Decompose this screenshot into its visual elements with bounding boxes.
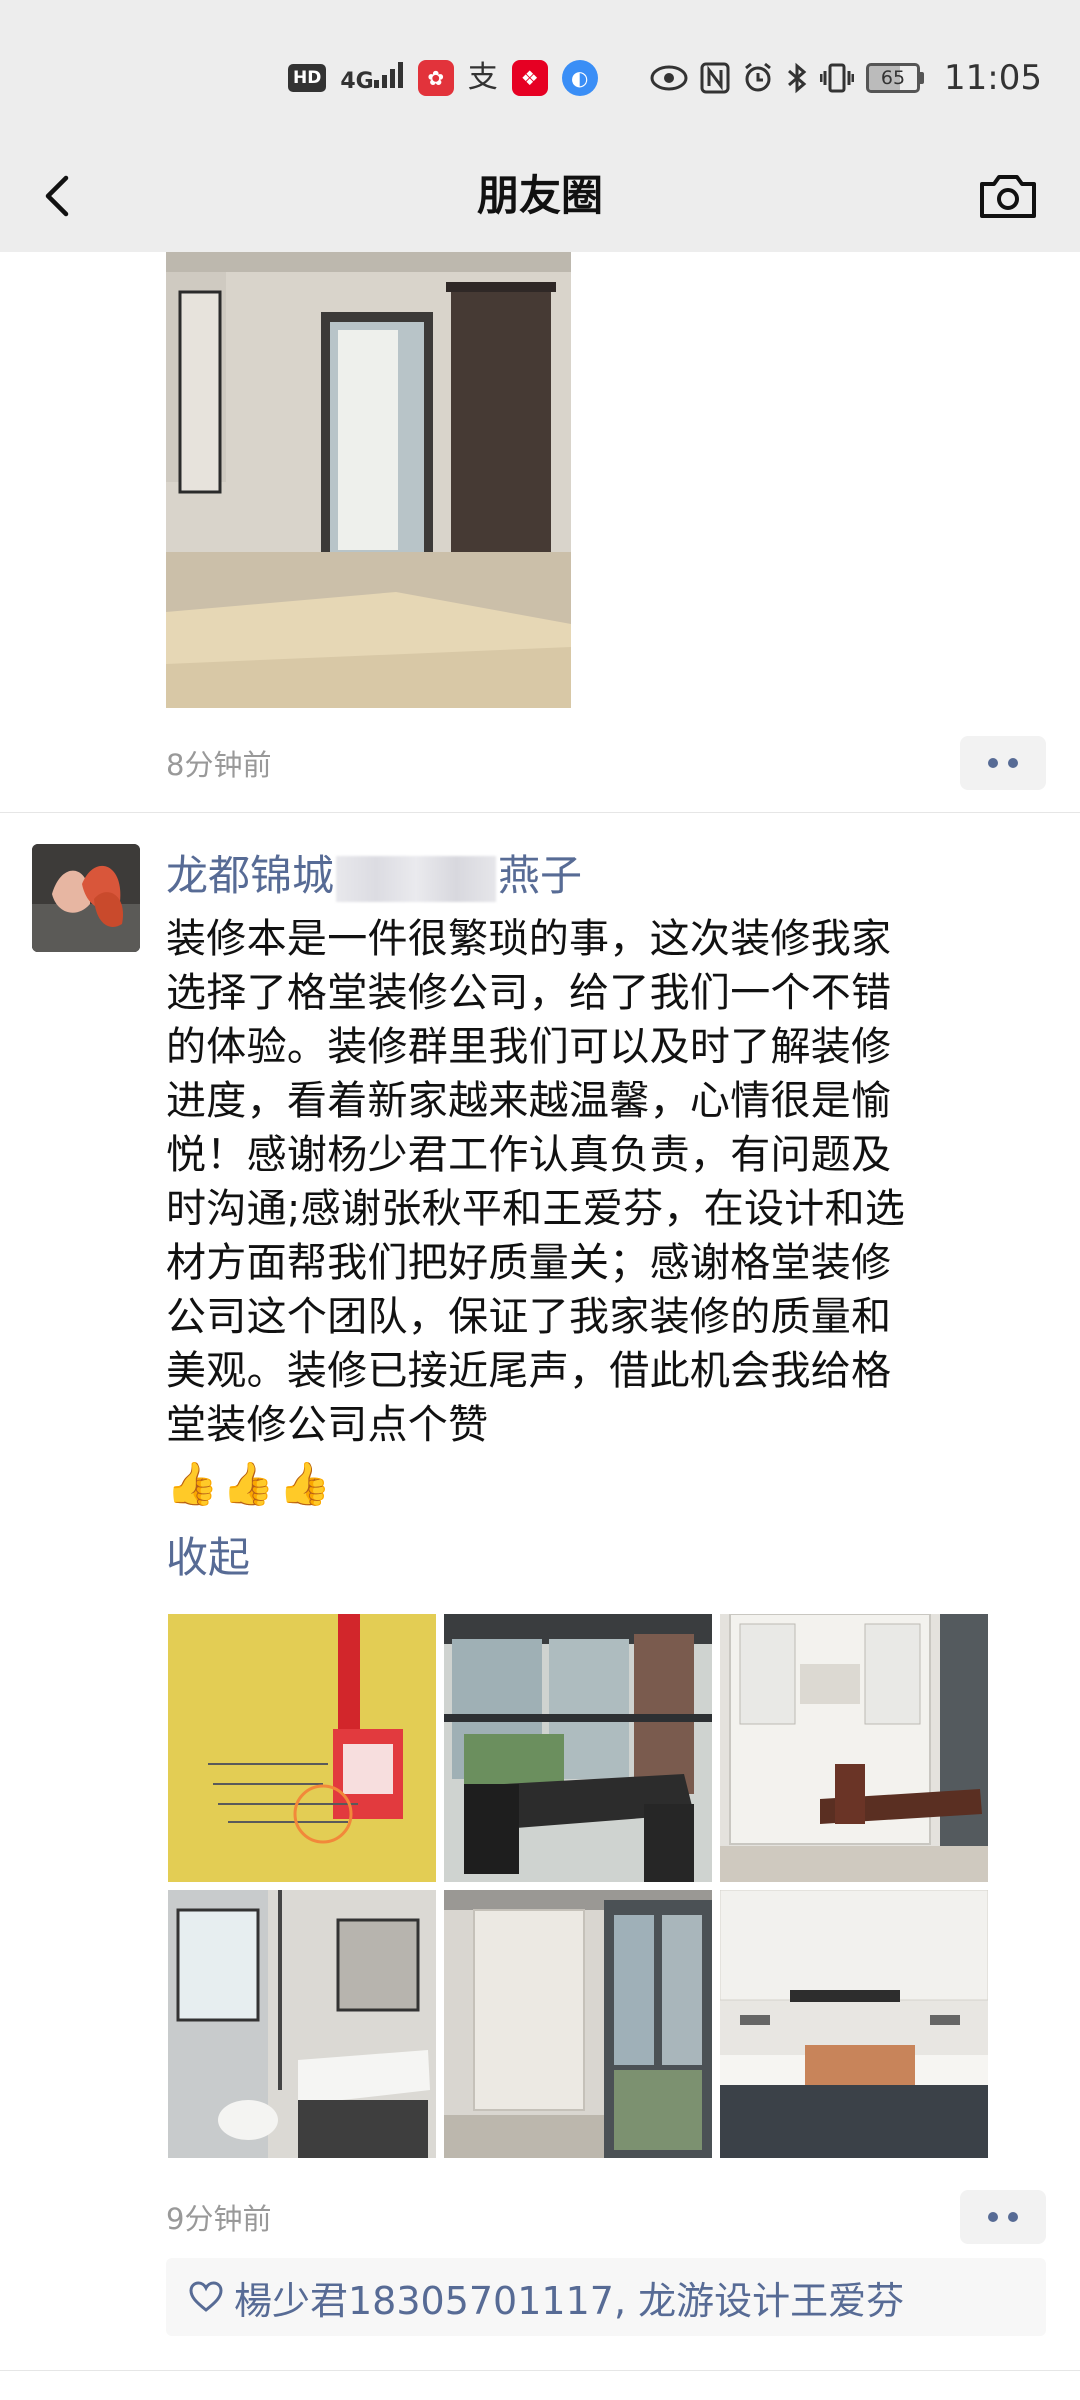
post-text-line: 装修本是一件很繁琐的事，这次装修我家 (166, 916, 892, 962)
shopping-app-icon: ❖ (511, 60, 548, 96)
post-author[interactable]: 龙都锦城 燕子 (166, 848, 582, 904)
thumbs-up-emoji: 👍👍👍 (166, 1459, 335, 1508)
status-left-icons: HD 4G ✿ 支 ❖ ◐ (288, 58, 598, 98)
nfc-icon (700, 62, 730, 94)
cabinet-room-photo[interactable] (720, 1614, 988, 1882)
post-text: 装修本是一件很繁琐的事，这次装修我家 选择了格堂装修公司，给了我们一个不错 的体… (166, 912, 1012, 1452)
dot-icon (988, 2212, 998, 2222)
page-title: 朋友圈 (476, 171, 603, 220)
huawei-app-icon: ✿ (417, 60, 454, 96)
author-name-prefix: 龙都锦城 (166, 851, 335, 900)
photo-grid (168, 1614, 990, 2158)
post-text-line: 公司这个团队，保证了我家装修的质量和 (166, 1294, 892, 1340)
network-type: 4G (340, 69, 374, 94)
alarm-icon (745, 62, 771, 92)
battery-level: 65 (866, 63, 921, 93)
alipay-icon: 支 (467, 60, 498, 95)
signal-icon: 4G (340, 62, 403, 94)
bathroom-photo[interactable] (168, 1890, 436, 2158)
kitchen-photo[interactable] (720, 1890, 988, 2158)
post-text-line: 时沟通;感谢张秋平和王爱芬，在设计和选 (166, 1186, 906, 1232)
author-name-suffix: 燕子 (498, 851, 583, 900)
likes-names[interactable]: 楊少君18305701117, 龙游设计王爱芬 (234, 2270, 904, 2325)
bluetooth-icon (788, 62, 807, 94)
status-bar: HD 4G ✿ 支 ❖ ◐ 65 11:05 (0, 0, 1080, 140)
dot-icon (988, 758, 998, 768)
post-text-line: 悦！感谢杨少君工作认真负责，有问题及 (166, 1132, 892, 1178)
more-button[interactable] (960, 736, 1046, 790)
browser-app-icon: ◐ (561, 60, 598, 96)
likes-bar: 楊少君18305701117, 龙游设计王爱芬 (166, 2258, 1046, 2336)
post-time: 9分钟前 (166, 2202, 272, 2236)
heart-icon (189, 2281, 223, 2312)
dining-room-photo[interactable] (444, 1614, 712, 1882)
post-text-line: 美观。装修已接近尾声，借此机会我给格 (166, 1348, 892, 1394)
avatar[interactable] (32, 844, 140, 952)
post-text-line: 进度，看着新家越来越温馨，心情很是愉 (166, 1078, 892, 1124)
yellow-doc-photo[interactable] (168, 1614, 436, 1882)
divider (0, 2370, 1080, 2371)
divider (0, 812, 1080, 813)
collapse-link[interactable]: 收起 (166, 1530, 250, 1586)
nav-bar: 朋友圈 (0, 140, 1080, 252)
clock: 11:05 (944, 58, 1042, 98)
redacted-name (336, 855, 497, 902)
post-text-line: 选择了格堂装修公司，给了我们一个不错 (166, 970, 892, 1016)
more-button[interactable] (960, 2190, 1046, 2244)
post-text-line: 堂装修公司点个赞 (166, 1402, 489, 1448)
balcony-photo[interactable] (444, 1890, 712, 2158)
hd-icon: HD (288, 64, 327, 92)
camera-icon[interactable] (976, 166, 1040, 226)
post-text-line: 材方面帮我们把好质量关；感谢格堂装修 (166, 1240, 892, 1286)
bedroom-photo[interactable] (166, 252, 571, 708)
dot-icon (1008, 2212, 1018, 2222)
vibrate-icon (820, 63, 855, 93)
post-text-line: 的体验。装修群里我们可以及时了解装修 (166, 1024, 892, 1070)
dot-icon (1008, 758, 1018, 768)
post-time: 8分钟前 (166, 748, 272, 782)
status-right-icons: 65 11:05 (650, 58, 1042, 98)
battery-icon: 65 (866, 63, 925, 93)
eye-icon (650, 65, 688, 91)
